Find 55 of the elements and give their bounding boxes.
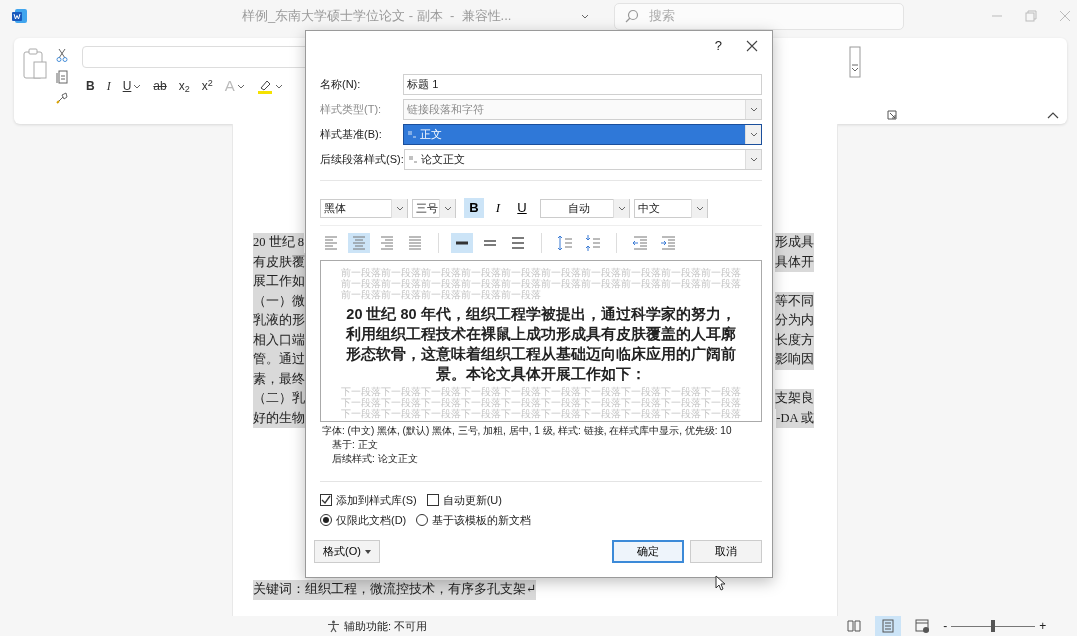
document-title: 样例_东南大学硕士学位论文 - 副本 - 兼容性... <box>242 7 512 26</box>
bold-button[interactable]: B <box>464 198 484 218</box>
field-label: 样式基准(B): <box>320 127 383 143</box>
zoom-out-button[interactable]: - <box>943 617 948 635</box>
sub-button[interactable]: x$_{2}$ <box>174 76 194 96</box>
document-text: 20 世纪 8 <box>253 233 304 253</box>
script-select[interactable]: 中文 <box>634 198 708 218</box>
help-button[interactable]: ? <box>714 36 722 56</box>
search-field[interactable]: 搜索 <box>614 2 905 30</box>
document-text: 有皮肤覆 <box>253 252 305 272</box>
style-select[interactable]: 论文正文 <box>403 149 762 170</box>
sup-button[interactable]: x$^{2}$ <box>197 76 217 96</box>
document-text: 好的生物 <box>253 408 305 428</box>
style-description: 基于: 正文 <box>331 438 379 452</box>
document-text: 相入口端 <box>253 330 305 350</box>
format-menu-button[interactable]: 格式(O) <box>314 540 380 563</box>
document-text: 等不同 <box>775 291 814 311</box>
font-select[interactable]: 黑体 <box>320 198 408 218</box>
search-input[interactable]: 搜索 <box>647 5 878 27</box>
radio-label[interactable]: 基于该模板的新文档 <box>432 511 532 529</box>
accessibility-status[interactable]: 辅助功能: 不可用 <box>344 617 428 635</box>
field-label: 名称(N): <box>320 77 362 93</box>
size-select[interactable]: 三号 <box>412 198 456 218</box>
document-text: 支架良 <box>775 389 814 409</box>
font-color-select[interactable]: 自动 <box>540 198 630 218</box>
bold-button[interactable]: B <box>82 76 99 96</box>
zoom-in-button[interactable]: + <box>1039 617 1047 635</box>
checkbox-label[interactable]: 自动更新(U) <box>442 491 502 509</box>
document-text: -DA 或 <box>776 408 814 428</box>
style-description: 后续样式: 论文正文 <box>331 452 419 466</box>
ok-button[interactable]: 确定 <box>612 540 684 563</box>
document-text: 管。通过 <box>253 350 305 370</box>
cancel-button[interactable]: 取消 <box>690 540 762 563</box>
field-label: 样式类型(T): <box>320 102 383 118</box>
checkbox-label[interactable]: 添加到样式库(S) <box>336 491 417 509</box>
document-text: 影响因 <box>775 350 814 370</box>
italic-button[interactable]: I <box>488 198 508 218</box>
radio-label[interactable]: 仅限此文档(D) <box>336 511 407 529</box>
italic-button[interactable]: I <box>102 76 115 96</box>
style-description: 字体: (中文) 黑体, (默认) 黑体, 三号, 加粗, 居中, 1 级, 样式: 链接, 在样式库中显示, 优先级: 10 <box>322 424 733 438</box>
underline-button[interactable]: U <box>512 198 532 218</box>
name-field[interactable]: 标题 1 <box>403 74 762 95</box>
document-text: 分为内 <box>775 311 814 331</box>
document-text: 形成具 <box>775 233 814 253</box>
document-text: （二）乳 <box>253 389 305 409</box>
strike-button[interactable]: ab <box>149 76 171 96</box>
field-label: 后续段落样式(S): <box>320 152 404 168</box>
underline-button[interactable]: U <box>118 76 146 96</box>
document-text: 展工作如 <box>253 272 305 292</box>
style-select[interactable]: 正文 <box>403 124 762 145</box>
sample-text: 20 世纪 80 年代，组织工程学被提出，通过科学家的努力，利用组织工程技术在裸鼠上成功形成具有皮肤覆盖的人耳廓形态软骨，这意味着组织工程从基础迈向临床应用的广阔前景。本论文具体开展工作如下： <box>345 305 737 384</box>
document-text: 素，最终 <box>253 369 305 389</box>
document-text: （一）微 <box>253 291 305 311</box>
document-text: 乳液的形 <box>253 311 305 331</box>
keywords-text: 关键词：组织工程，微流控技术，有序多孔支架↵ <box>253 580 537 600</box>
